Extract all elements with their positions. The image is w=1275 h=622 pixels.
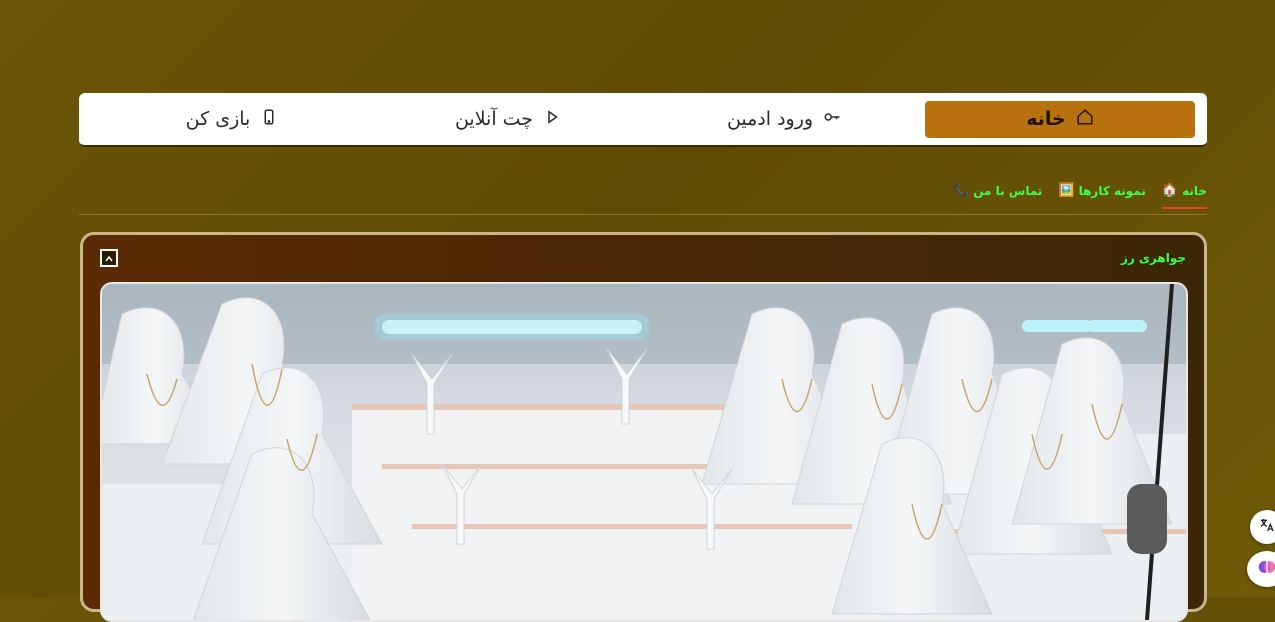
nav-home-label: خانه xyxy=(1026,108,1066,130)
content-card: جواهری رز xyxy=(80,232,1207,622)
key-icon xyxy=(823,108,841,131)
translate-icon xyxy=(1259,517,1275,537)
section-tabs: خانه 🏠 نمونه کارها 🖼️ تماس با من 📞 xyxy=(79,175,1208,215)
telephone-icon: 📞 xyxy=(953,183,970,198)
main-nav: خانه ورود ادمین چت آنلاین بازی کن xyxy=(79,93,1207,147)
nav-admin-login-label: ورود ادمین xyxy=(726,108,814,130)
nav-online-chat[interactable]: چت آنلاین xyxy=(373,101,643,138)
card-title: جواهری رز xyxy=(1120,251,1186,265)
house-icon: 🏠 xyxy=(1161,183,1179,198)
tab-contact-label: تماس با من xyxy=(973,183,1043,198)
nav-home[interactable]: خانه xyxy=(925,100,1195,138)
picture-icon: 🖼️ xyxy=(1058,183,1075,198)
collapse-button[interactable] xyxy=(100,249,118,267)
nav-play[interactable]: بازی کن xyxy=(97,101,367,138)
phone-icon xyxy=(260,108,278,131)
tab-home-label: خانه xyxy=(1182,183,1207,198)
assistant-button[interactable] xyxy=(1247,551,1275,587)
chevron-up-icon xyxy=(104,249,114,268)
tab-portfolio-label: نمونه کارها xyxy=(1078,183,1146,198)
nav-admin-login[interactable]: ورود ادمین xyxy=(649,101,919,138)
tab-contact[interactable]: تماس با من 📞 xyxy=(953,175,1042,208)
nav-online-chat-label: چت آنلاین xyxy=(454,108,534,130)
translate-button[interactable] xyxy=(1250,510,1275,544)
jewelry-photo-illustration xyxy=(102,284,1186,620)
home-icon xyxy=(1076,108,1094,131)
tab-portfolio[interactable]: نمونه کارها 🖼️ xyxy=(1058,175,1145,208)
nav-play-label: بازی کن xyxy=(185,108,251,130)
jewelry-display-photo xyxy=(100,282,1188,622)
tab-home[interactable]: خانه 🏠 xyxy=(1161,175,1208,209)
brain-icon xyxy=(1257,557,1275,581)
play-icon xyxy=(543,108,561,131)
